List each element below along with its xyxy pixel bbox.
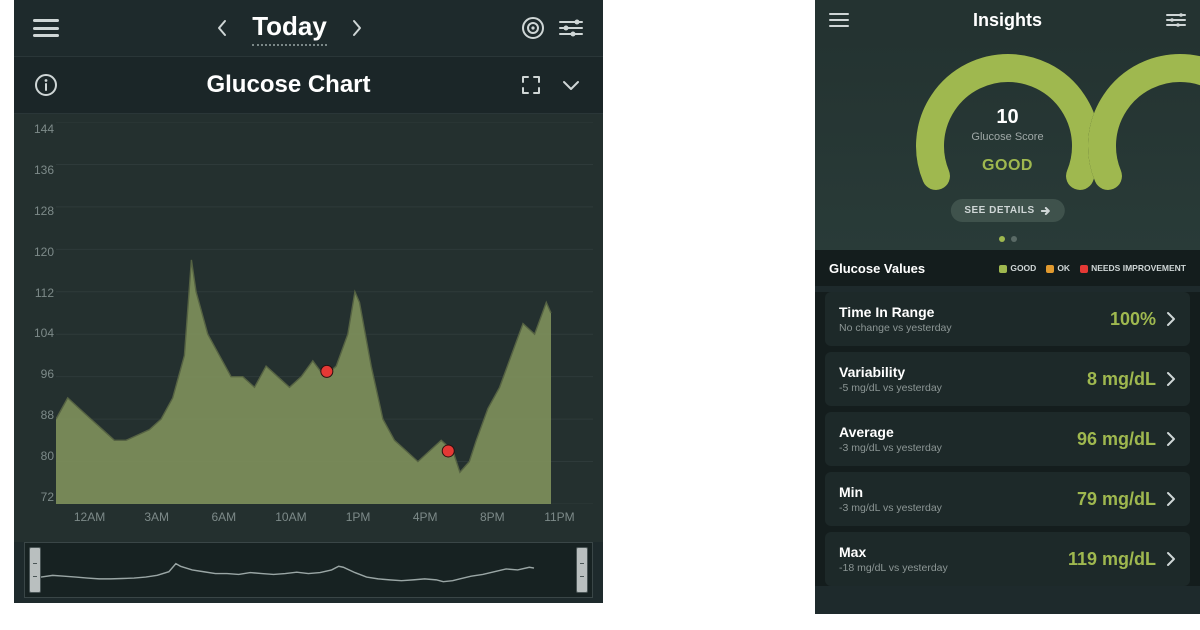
chevron-right-icon (1166, 371, 1176, 387)
status-legend: GOOD OK NEEDS IMPROVEMENT (999, 263, 1186, 273)
page-indicator[interactable] (999, 236, 1017, 242)
metric-card[interactable]: Min -3 mg/dL vs yesterday79 mg/dL (825, 472, 1190, 526)
insights-screen: Insights 10 Glucose Score GOO (815, 0, 1200, 614)
legend-good: GOOD (1010, 263, 1036, 273)
chevron-right-icon (1166, 551, 1176, 567)
metric-card[interactable]: Max -18 mg/dL vs yesterday119 mg/dL (825, 532, 1190, 586)
legend-ok: OK (1057, 263, 1070, 273)
legend-needs: NEEDS IMPROVEMENT (1091, 263, 1186, 273)
see-details-button[interactable]: SEE DETAILS (950, 199, 1064, 222)
x-axis-ticks: 12AM3AM6AM10AM1PM4PM8PM11PM (56, 510, 593, 534)
info-button[interactable] (32, 71, 60, 99)
metric-name: Average (839, 424, 1077, 440)
menu-button[interactable] (32, 14, 60, 42)
menu-button[interactable] (829, 13, 849, 27)
metric-delta: -18 mg/dL vs yesterday (839, 562, 1068, 574)
chevron-right-icon (1166, 491, 1176, 507)
insights-top-bar: Insights (815, 0, 1200, 40)
metric-value: 100% (1110, 309, 1156, 330)
page-dot-1 (999, 236, 1005, 242)
chart-title: Glucose Chart (60, 71, 517, 99)
glucose-chart[interactable]: 14413612812011210496888072 12AM3AM6AM10A… (14, 114, 603, 542)
metric-card[interactable]: Variability -5 mg/dL vs yesterday8 mg/dL (825, 352, 1190, 406)
settings-button[interactable] (1166, 12, 1186, 28)
metric-name: Time In Range (839, 304, 1110, 320)
hamburger-icon (33, 19, 59, 37)
page-dot-2 (1011, 236, 1017, 242)
see-details-label: SEE DETAILS (964, 205, 1034, 216)
target-button[interactable] (519, 14, 547, 42)
scrubber-handle-right[interactable] (576, 547, 588, 593)
glucose-values-header: Glucose Values GOOD OK NEEDS IMPROVEMENT (815, 250, 1200, 286)
collapse-button[interactable] (557, 71, 585, 99)
hamburger-icon (829, 13, 849, 27)
glucose-chart-screen: Today Glucose Chart (14, 0, 603, 603)
arrow-right-icon (1041, 207, 1051, 215)
metric-name: Min (839, 484, 1077, 500)
metric-card[interactable]: Time In Range No change vs yesterday100% (825, 292, 1190, 346)
score-gauge-area: 10 Glucose Score GOOD SEE DETAILS (815, 40, 1200, 250)
time-scrubber[interactable] (24, 542, 593, 598)
y-axis-ticks: 14413612812011210496888072 (14, 122, 58, 504)
metric-value: 8 mg/dL (1087, 369, 1156, 390)
glucose-values-title: Glucose Values (829, 261, 999, 276)
glucose-score-status: GOOD (815, 157, 1200, 175)
metric-delta: -5 mg/dL vs yesterday (839, 382, 1087, 394)
scrubber-handle-left[interactable] (29, 547, 41, 593)
metric-value: 79 mg/dL (1077, 489, 1156, 510)
top-bar: Today (14, 0, 603, 56)
metric-name: Variability (839, 364, 1087, 380)
metric-value: 96 mg/dL (1077, 429, 1156, 450)
metric-name: Max (839, 544, 1068, 560)
chevron-right-icon (1166, 431, 1176, 447)
glucose-score-value: 10 (815, 106, 1200, 129)
scrubber-preview (41, 549, 576, 587)
insights-title: Insights (849, 10, 1166, 31)
metric-value: 119 mg/dL (1068, 549, 1156, 570)
prev-day-button[interactable] (208, 14, 236, 42)
glucose-metrics-list: Time In Range No change vs yesterday100% V… (815, 292, 1200, 586)
metric-card[interactable]: Average -3 mg/dL vs yesterday96 mg/dL (825, 412, 1190, 466)
settings-button[interactable] (557, 14, 585, 42)
fullscreen-button[interactable] (517, 71, 545, 99)
date-label[interactable]: Today (252, 11, 327, 46)
next-day-button[interactable] (343, 14, 371, 42)
chevron-right-icon (1166, 311, 1176, 327)
metric-delta: No change vs yesterday (839, 322, 1110, 334)
glucose-score-label: Glucose Score (815, 131, 1200, 143)
metric-delta: -3 mg/dL vs yesterday (839, 442, 1077, 454)
chart-header: Glucose Chart (14, 56, 603, 114)
metric-delta: -3 mg/dL vs yesterday (839, 502, 1077, 514)
